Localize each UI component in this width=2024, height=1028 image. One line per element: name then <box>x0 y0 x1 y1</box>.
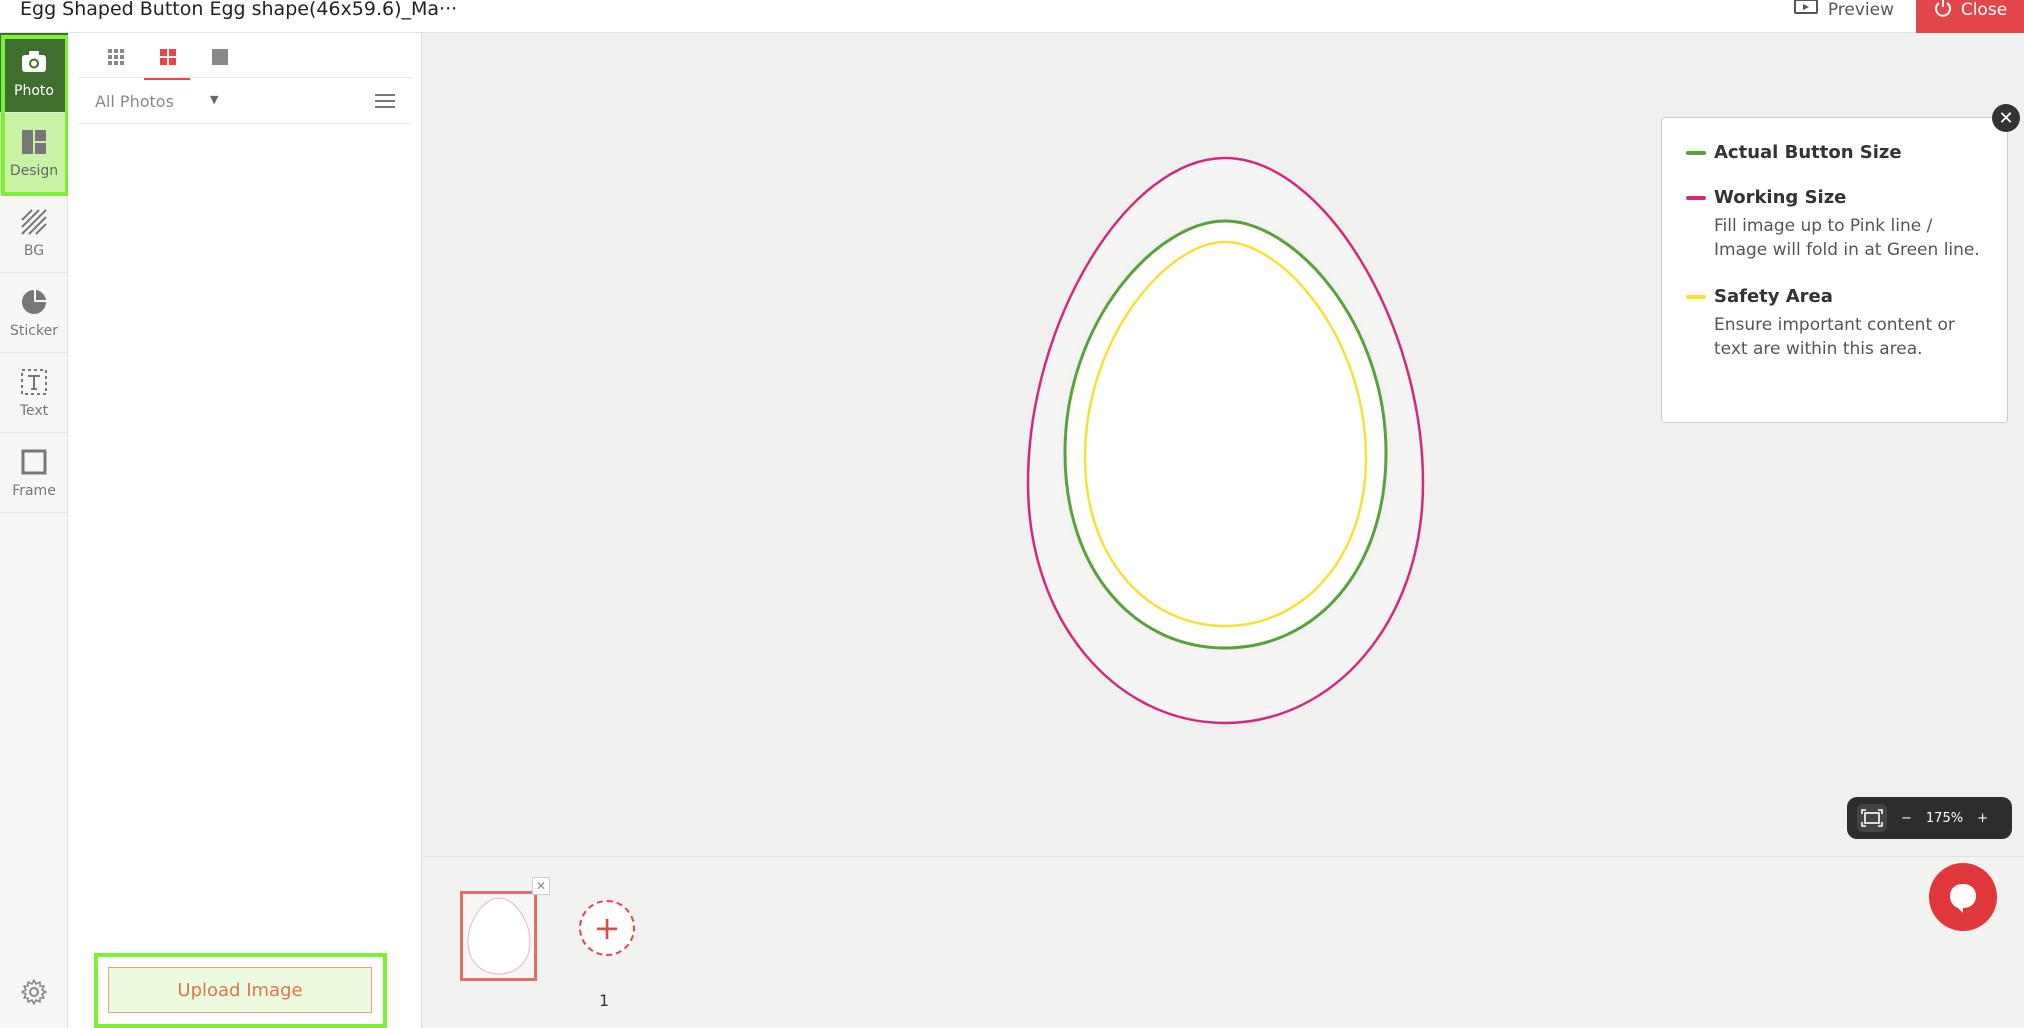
page-thumbnail[interactable] <box>460 891 537 981</box>
green-line-icon <box>1686 150 1706 155</box>
left-toolbar: Photo Design BG Sticker Text Frame <box>0 33 69 1028</box>
close-label: Close <box>1960 0 2008 20</box>
tool-photo[interactable]: Photo <box>0 33 68 113</box>
zoom-in-button[interactable]: + <box>1977 811 1988 826</box>
tool-label: Frame <box>12 482 56 499</box>
egg-thumbnail-icon <box>466 897 531 975</box>
project-title: Egg Shaped Button Egg shape(46x59.6)_Ma·… <box>20 0 458 20</box>
legend-close-button[interactable]: ✕ <box>1992 104 2020 132</box>
close-icon: ✕ <box>1998 107 2014 129</box>
upload-highlight: Upload Image <box>94 953 387 1028</box>
page-number: 1 <box>599 991 610 1010</box>
upload-image-button[interactable]: Upload Image <box>108 967 372 1013</box>
chat-bubble-icon <box>1950 884 1976 913</box>
tool-label: Design <box>9 162 59 179</box>
large-tile-icon[interactable] <box>209 46 231 68</box>
zoom-control: − 175% + <box>1847 797 2012 839</box>
fit-screen-icon <box>1861 809 1883 827</box>
size-legend: Actual Button Size Working Size Fill ima… <box>1661 117 2008 423</box>
tool-design[interactable]: Design <box>0 113 68 193</box>
legend-desc: Ensure important content or text are wit… <box>1714 315 1955 359</box>
text-box-icon <box>21 368 47 395</box>
tool-text[interactable]: Text <box>0 353 68 433</box>
page-strip: ✕ + 1 <box>423 856 2024 1028</box>
zoom-out-button[interactable]: − <box>1901 811 1912 826</box>
sticker-icon <box>22 289 46 314</box>
layout-icon <box>22 129 46 154</box>
small-grid-icon[interactable] <box>105 46 127 68</box>
legend-title: Actual Button Size <box>1714 142 1902 163</box>
chat-button[interactable] <box>1929 863 1997 931</box>
hatch-icon <box>21 208 47 235</box>
chevron-down-icon: ▼ <box>210 93 219 106</box>
preview-button[interactable]: Preview <box>1793 0 1894 33</box>
tool-bg[interactable]: BG <box>0 193 68 273</box>
monitor-icon <box>1793 0 1818 14</box>
close-button[interactable]: Close <box>1916 0 2024 33</box>
frame-icon <box>21 449 47 474</box>
tool-label: Text <box>19 402 49 419</box>
hamburger-menu-icon[interactable] <box>374 93 396 109</box>
legend-title: Working Size <box>1714 187 1847 208</box>
view-tabs <box>78 33 412 80</box>
top-bar: Egg Shaped Button Egg shape(46x59.6)_Ma·… <box>0 0 2024 33</box>
yellow-line-icon <box>1686 294 1706 299</box>
tool-label: Sticker <box>10 322 58 339</box>
egg-button-template[interactable] <box>993 153 1463 733</box>
delete-page-button[interactable]: ✕ <box>532 877 550 895</box>
preview-label: Preview <box>1827 0 1894 20</box>
legend-item: Safety Area Ensure important content or … <box>1686 286 1987 361</box>
camera-icon <box>22 50 46 72</box>
filter-label: All Photos <box>95 92 174 111</box>
tool-label: BG <box>23 242 45 259</box>
power-icon <box>1934 0 1951 17</box>
photo-panel: All Photos ▼ Upload Image <box>68 33 422 1028</box>
legend-item: Actual Button Size <box>1686 142 1987 163</box>
fit-screen-button[interactable] <box>1857 804 1887 832</box>
tool-frame[interactable]: Frame <box>0 433 68 513</box>
gear-icon[interactable] <box>20 978 48 1006</box>
medium-grid-icon <box>160 49 176 65</box>
tab-medium-grid[interactable] <box>144 46 190 80</box>
legend-title: Safety Area <box>1714 286 1833 307</box>
legend-item: Working Size Fill image up to Pink line … <box>1686 187 1987 262</box>
pink-line-icon <box>1686 195 1706 200</box>
tool-sticker[interactable]: Sticker <box>0 273 68 353</box>
close-icon: ✕ <box>535 879 547 893</box>
legend-desc: Fill image up to Pink line / Image will … <box>1714 216 1980 260</box>
photo-filter[interactable]: All Photos ▼ <box>78 79 412 124</box>
tool-label: Photo <box>14 82 54 99</box>
zoom-level: 175% <box>1925 810 1964 826</box>
add-page-button[interactable]: + <box>579 900 635 956</box>
